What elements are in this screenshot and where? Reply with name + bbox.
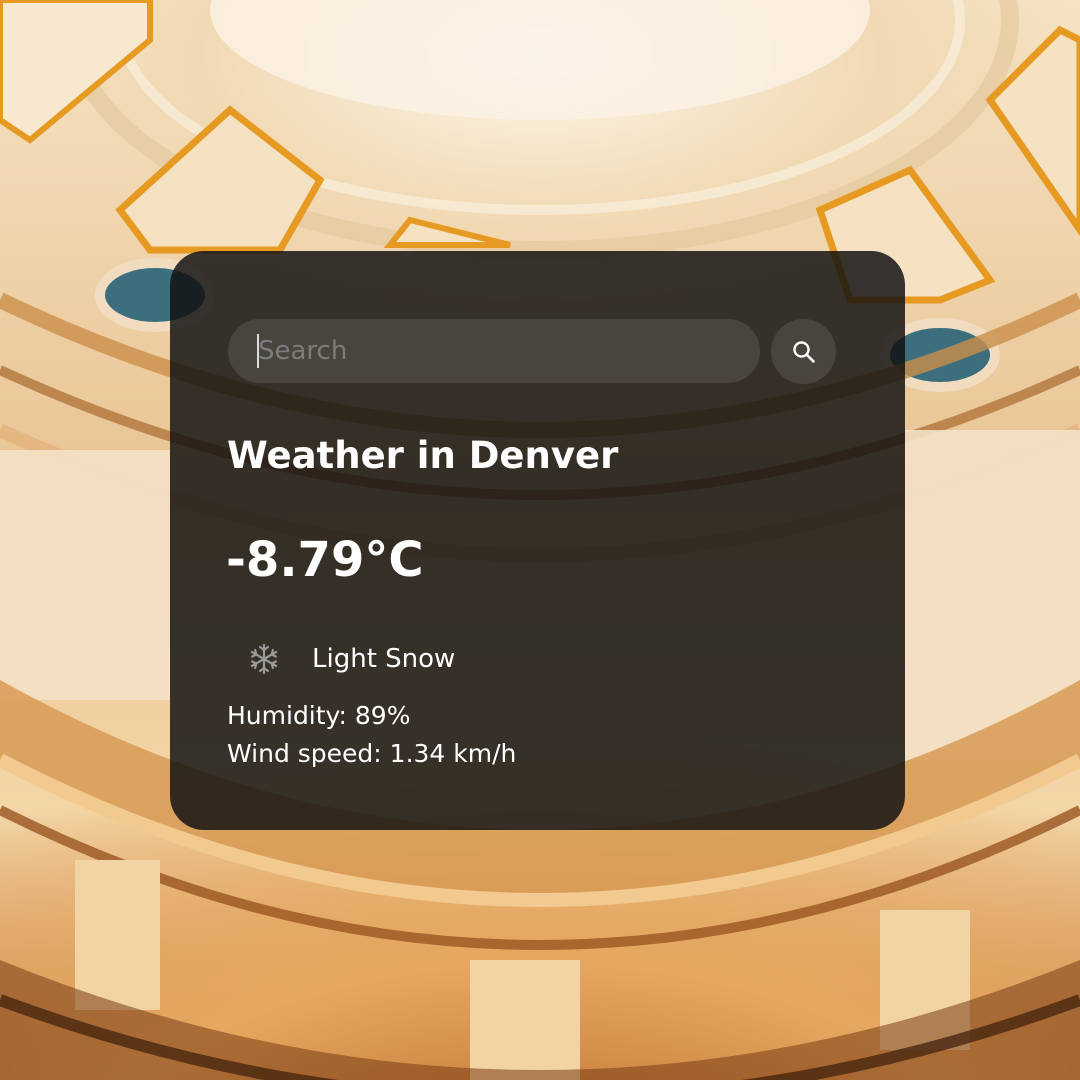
weather-condition: Light Snow [246, 639, 455, 679]
weather-card: Weather in Denver -8.79°C [170, 251, 905, 830]
search-button[interactable] [771, 319, 836, 384]
search-icon [792, 340, 815, 363]
text-cursor [257, 334, 259, 368]
weather-app: Weather in Denver -8.79°C [0, 0, 1080, 1080]
city-title: Weather in Denver [227, 434, 619, 477]
search-bar [228, 319, 838, 384]
temperature-value: -8.79°C [226, 532, 424, 588]
search-input[interactable] [228, 319, 760, 383]
wind-speed-label: Wind speed: 1.34 km/h [227, 739, 517, 768]
snowflake-icon [246, 641, 282, 677]
condition-label: Light Snow [312, 644, 456, 674]
humidity-label: Humidity: 89% [227, 701, 411, 730]
